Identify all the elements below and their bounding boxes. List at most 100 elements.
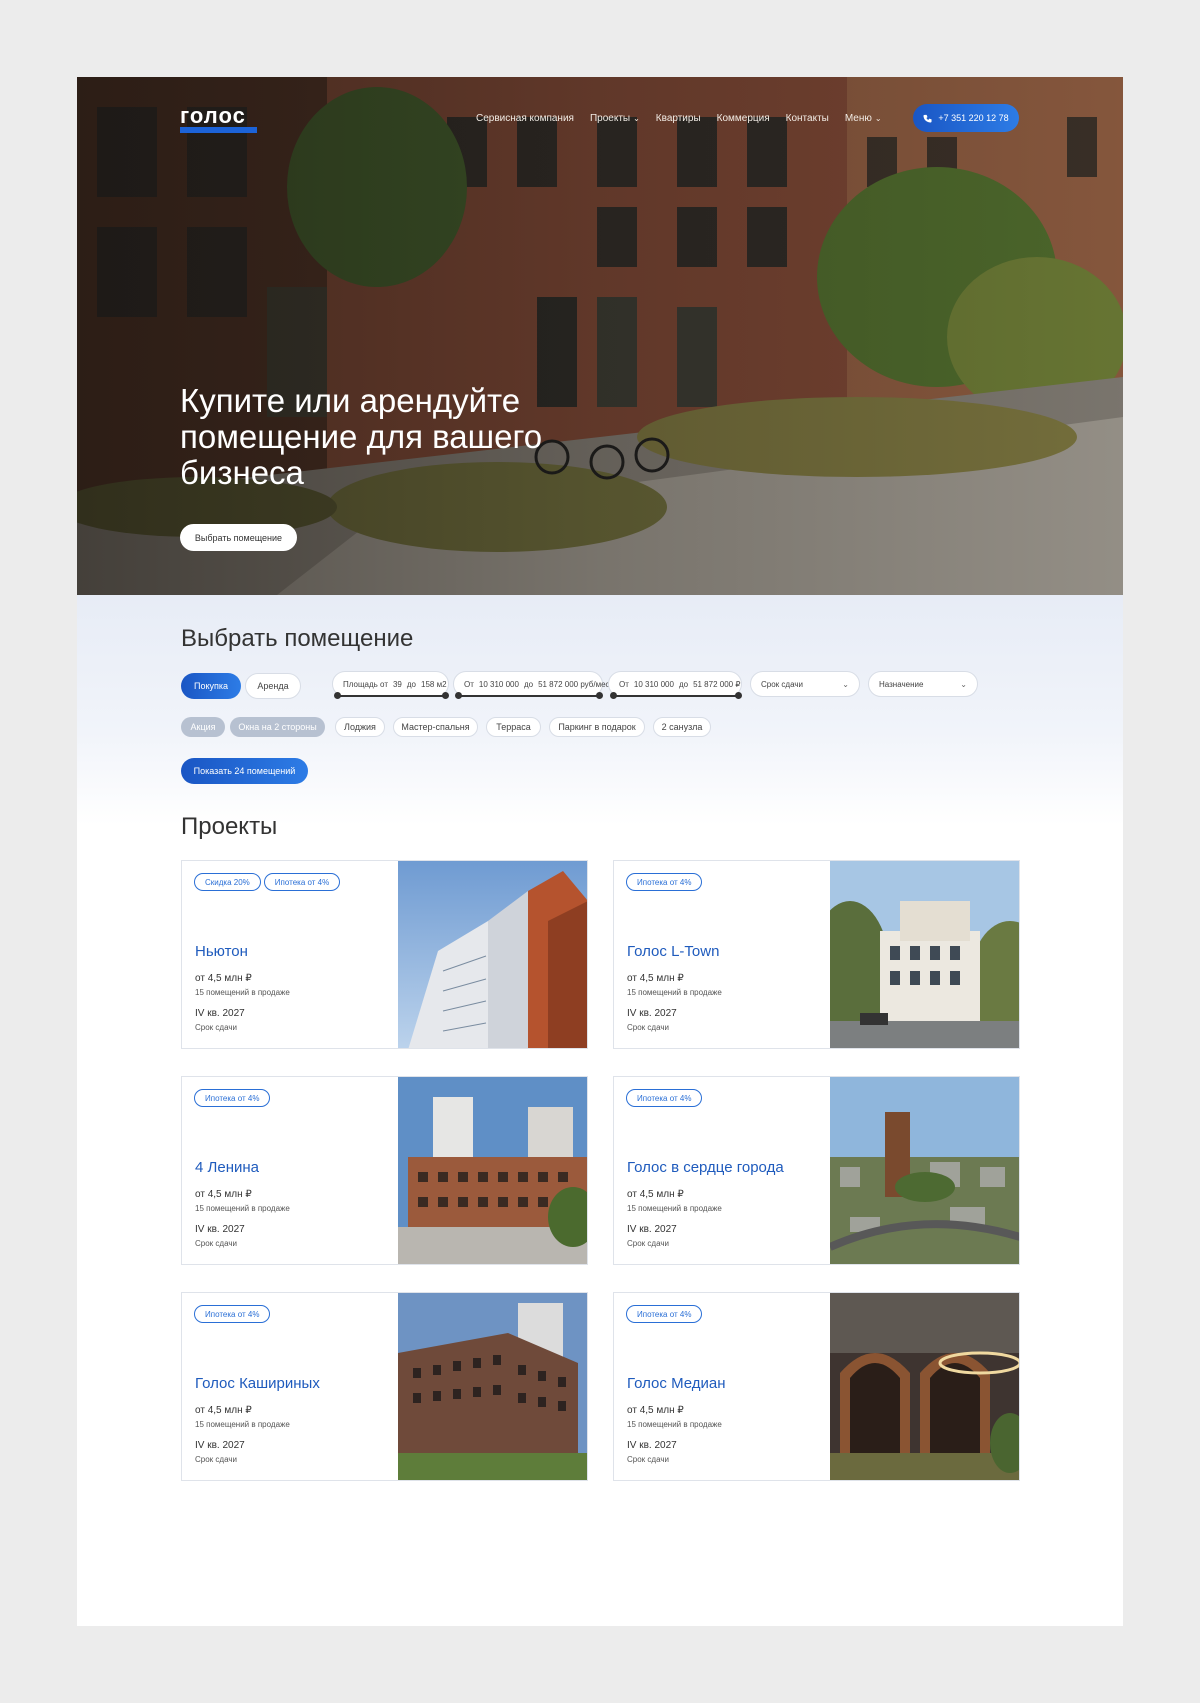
nav-label: Проекты [589,113,631,124]
filter-section: Выбрать помещение Покупка Аренда Площадь… [77,595,1123,825]
project-term: IV кв. 2027 [627,1008,677,1019]
tags: Ипотека от 4% [194,1305,271,1323]
tags: Ипотека от 4% [626,1089,703,1107]
area-to-label: до [406,679,417,689]
filter-title: Выбрать помещение [181,625,414,652]
tab-purchase[interactable]: Покупка [181,673,241,699]
nav-projects[interactable]: Проекты ⌄ [590,113,640,124]
purpose-select[interactable]: Назначение ⌄ [868,671,978,697]
area-slider-max-handle[interactable] [442,692,449,699]
logo[interactable]: голос [180,103,246,129]
project-name[interactable]: Голос в сердце города [627,1159,784,1176]
tag-mortgage: Ипотека от 4% [626,873,703,891]
price-range-field[interactable]: От 10 310 000 до 51 872 000 ₽ [608,671,742,697]
chip-master-bedroom[interactable]: Мастер-спальня [393,717,478,737]
project-term: IV кв. 2027 [195,1008,245,1019]
project-count: 15 помещений в продаже [195,988,290,997]
hero-overlay [77,77,1123,595]
phone-number: +7 351 220 12 78 [938,113,1009,123]
project-price: от 4,5 млн ₽ [195,1405,252,1416]
tag-discount: Скидка 20% [194,873,261,891]
project-term: IV кв. 2027 [627,1224,677,1235]
phone-button[interactable]: +7 351 220 12 78 [913,104,1019,132]
project-term-label: Срок сдачи [627,1455,669,1464]
project-photo[interactable] [830,1293,1019,1480]
area-slider-min-handle[interactable] [334,692,341,699]
chip-parking-gift[interactable]: Паркинг в подарок [549,717,645,737]
project-card-median[interactable]: Ипотека от 4% Голос Медиан от 4,5 млн ₽ … [613,1292,1020,1481]
project-card-heart-of-city[interactable]: Ипотека от 4% Голос в сердце города от 4… [613,1076,1020,1265]
project-card-newton[interactable]: Скидка 20% Ипотека от 4% Ньютон от 4,5 м… [181,860,588,1049]
project-term-label: Срок сдачи [195,1023,237,1032]
price-to-value: 51 872 000 ₽ [693,679,741,689]
project-name[interactable]: Голос L-Town [627,943,719,960]
rent-to-label: до [523,679,534,689]
project-photo[interactable] [398,1077,587,1264]
nav-apartments[interactable]: Квартиры [656,113,701,124]
project-term: IV кв. 2027 [195,1224,245,1235]
tag-mortgage: Ипотека от 4% [626,1089,703,1107]
chip-promo[interactable]: Акция [181,717,225,737]
project-price: от 4,5 млн ₽ [195,1189,252,1200]
rent-slider-track [458,695,599,697]
project-term: IV кв. 2027 [195,1440,245,1451]
chevron-down-icon: ⌄ [633,114,640,123]
chevron-down-icon: ⌄ [842,679,849,689]
project-count: 15 помещений в продаже [627,1204,722,1213]
project-price: от 4,5 млн ₽ [627,973,684,984]
project-term-label: Срок сдачи [195,1455,237,1464]
tag-mortgage: Ипотека от 4% [263,873,341,891]
project-card-4-lenina[interactable]: Ипотека от 4% 4 Ленина от 4,5 млн ₽ 15 п… [181,1076,588,1265]
tab-rent[interactable]: Аренда [245,673,301,699]
area-to-value: 158 м2 [421,679,447,689]
chip-two-side-windows[interactable]: Окна на 2 стороны [230,717,325,737]
project-card-kashirinykh[interactable]: Ипотека от 4% Голос Кашириных от 4,5 млн… [181,1292,588,1481]
chip-terrace[interactable]: Терраса [486,717,541,737]
rent-from-value: 10 310 000 [478,679,519,689]
project-photo[interactable] [830,1077,1019,1264]
choose-premises-button[interactable]: Выбрать помещение [180,524,297,551]
project-count: 15 помещений в продаже [627,1420,722,1429]
show-results-button[interactable]: Показать 24 помещений [181,758,308,784]
project-price: от 4,5 млн ₽ [627,1189,684,1200]
project-name[interactable]: Голос Кашириных [195,1375,320,1392]
price-slider-track [613,695,738,697]
price-slider-max-handle[interactable] [735,692,742,699]
area-range-field[interactable]: Площадь от 39 до 158 м2 [332,671,449,697]
project-term-label: Срок сдачи [627,1239,669,1248]
deadline-select[interactable]: Срок сдачи ⌄ [750,671,860,697]
nav-label: Квартиры [655,113,701,124]
price-slider-min-handle[interactable] [610,692,617,699]
nav-service-company[interactable]: Сервисная компания [476,113,574,124]
project-name[interactable]: Ньютон [195,943,248,960]
project-price: от 4,5 млн ₽ [195,973,252,984]
nav-label: Коммерция [716,113,770,124]
nav-contacts[interactable]: Контакты [786,113,829,124]
nav-commerce[interactable]: Коммерция [717,113,770,124]
project-card-l-town[interactable]: Ипотека от 4% Голос L-Town от 4,5 млн ₽ … [613,860,1020,1049]
project-term: IV кв. 2027 [627,1440,677,1451]
rent-slider-max-handle[interactable] [596,692,603,699]
chip-loggia[interactable]: Лоджия [335,717,385,737]
project-name[interactable]: Голос Медиан [627,1375,726,1392]
rent-from-label: От [464,679,474,689]
chip-two-bathrooms[interactable]: 2 санузла [653,717,711,737]
project-photo[interactable] [830,861,1019,1048]
nav-label: Меню [844,113,872,124]
rent-slider-min-handle[interactable] [455,692,462,699]
project-photo[interactable] [398,1293,587,1480]
rent-range-field[interactable]: От 10 310 000 до 51 872 000 руб/мес ₽ [453,671,617,697]
project-photo[interactable] [398,861,587,1048]
project-price: от 4,5 млн ₽ [627,1405,684,1416]
project-name[interactable]: 4 Ленина [195,1159,259,1176]
nav-menu[interactable]: Меню ⌄ [845,113,882,124]
logo-underline [180,127,257,133]
tag-mortgage: Ипотека от 4% [626,1305,703,1323]
tags: Ипотека от 4% [626,873,703,891]
project-count: 15 помещений в продаже [627,988,722,997]
price-to-label: до [678,679,689,689]
price-from-label: От [619,679,629,689]
nav-label: Контакты [785,113,829,124]
area-from-label: Площадь от [343,679,388,689]
hero-title: Купите или арендуйте помещение для вашег… [180,382,543,491]
